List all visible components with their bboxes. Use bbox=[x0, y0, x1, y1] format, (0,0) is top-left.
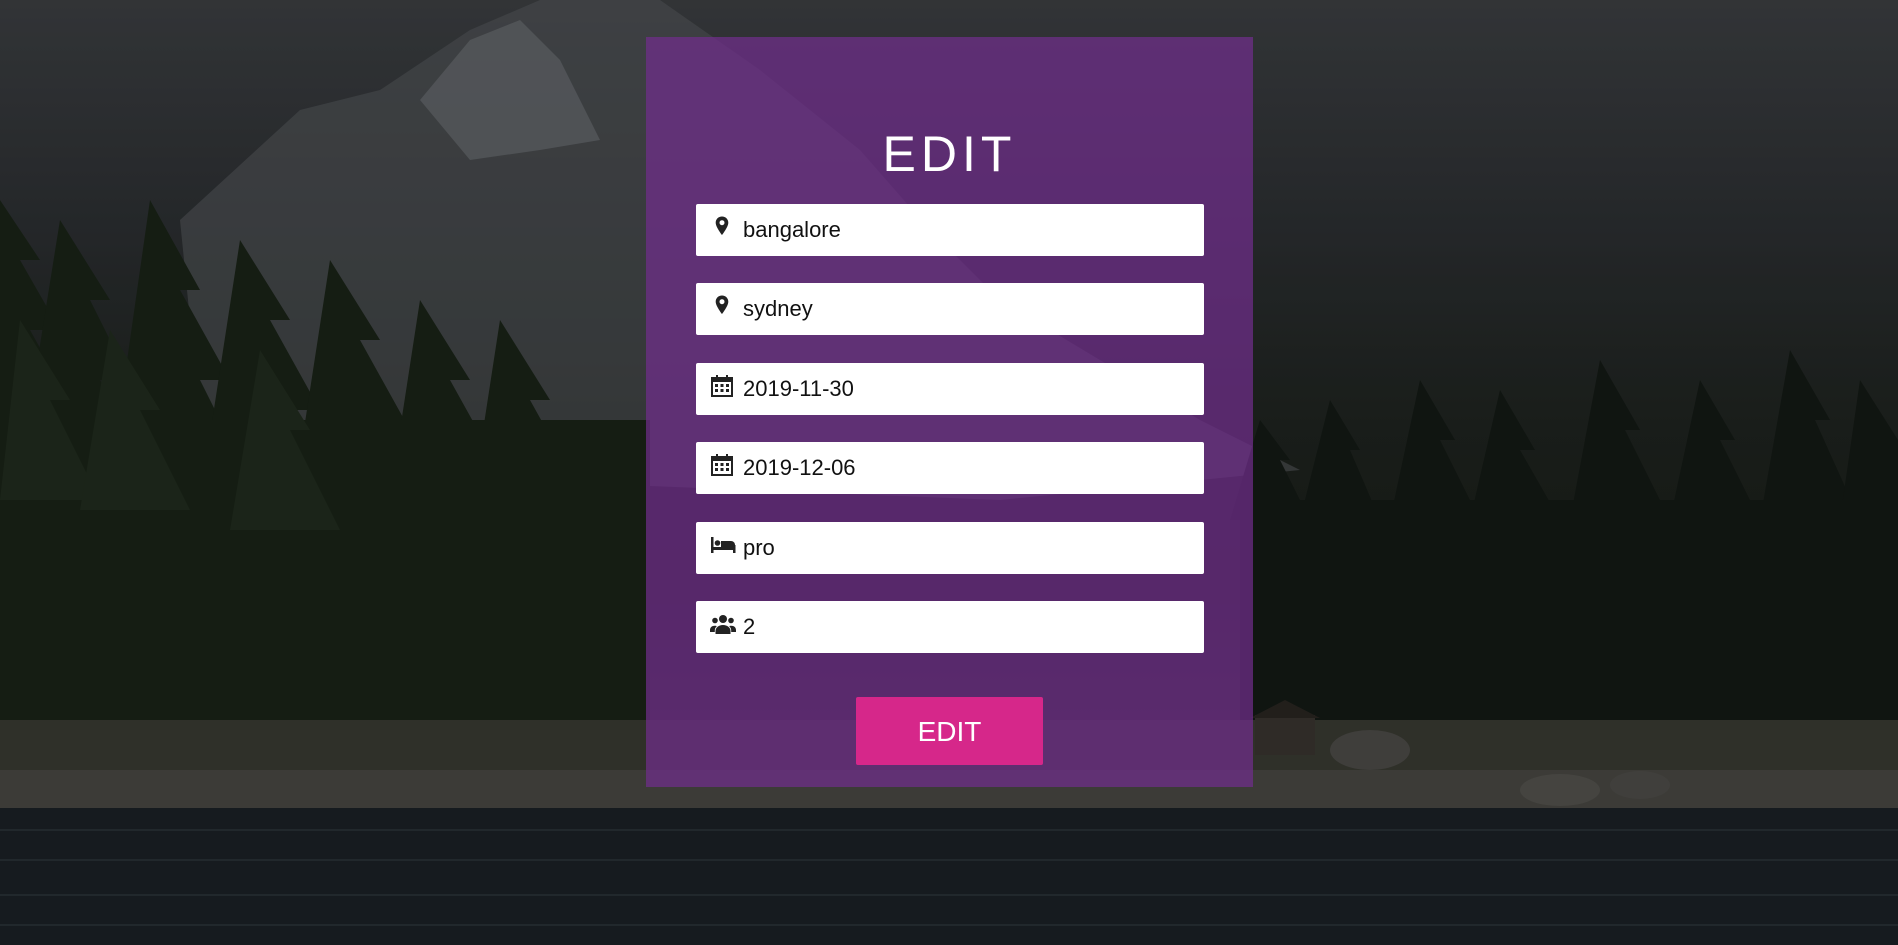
bed-icon bbox=[710, 533, 736, 557]
edit-submit-button[interactable]: EDIT bbox=[856, 697, 1043, 765]
check-in-date-value: 2019-11-30 bbox=[743, 376, 854, 401]
source-location-field[interactable]: bangalore bbox=[696, 204, 1204, 256]
check-out-date-field[interactable]: 2019-12-06 bbox=[696, 442, 1204, 494]
calendar-icon bbox=[710, 453, 734, 477]
source-location-value: bangalore bbox=[743, 217, 841, 242]
calendar-icon bbox=[710, 374, 734, 398]
edit-form-panel: EDIT bangalore sydney 2019-11-30 2019-12… bbox=[646, 37, 1253, 787]
guest-count-value: 2 bbox=[743, 614, 756, 639]
room-type-field[interactable]: pro bbox=[696, 522, 1204, 574]
destination-location-value: sydney bbox=[743, 296, 813, 321]
map-marker-icon bbox=[710, 294, 734, 318]
check-out-date-value: 2019-12-06 bbox=[743, 455, 856, 480]
users-icon bbox=[710, 612, 736, 636]
check-in-date-field[interactable]: 2019-11-30 bbox=[696, 363, 1204, 415]
guest-count-field[interactable]: 2 bbox=[696, 601, 1204, 653]
room-type-value: pro bbox=[743, 535, 775, 560]
form-title: EDIT bbox=[882, 126, 1017, 182]
map-marker-icon bbox=[710, 215, 734, 239]
destination-location-field[interactable]: sydney bbox=[696, 283, 1204, 335]
